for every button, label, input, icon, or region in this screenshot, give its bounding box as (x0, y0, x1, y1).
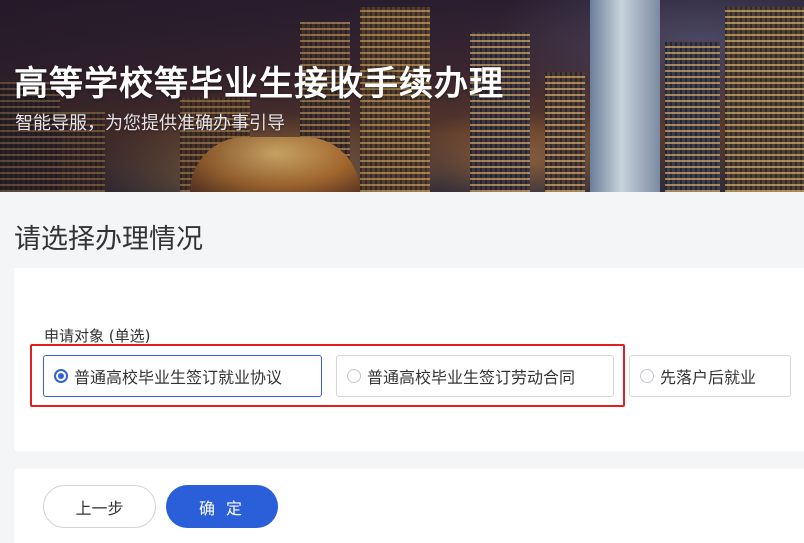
option-label: 普通高校毕业生签订就业协议 (74, 368, 283, 387)
applicant-field-label: 申请对象 (单选) (44, 327, 151, 345)
radio-dot (58, 373, 64, 379)
option-label: 普通高校毕业生签订劳动合同 (367, 368, 576, 387)
radio-unchecked-icon (640, 369, 654, 383)
option-labor-contract[interactable]: 普通高校毕业生签订劳动合同 (336, 355, 614, 397)
hero-banner: 高等学校等毕业生接收手续办理 智能导服，为您提供准确办事引导 (0, 0, 804, 192)
radio-unchecked-icon (347, 369, 361, 383)
option-label: 先落户后就业 (660, 368, 757, 387)
option-settle-first[interactable]: 先落户后就业 (629, 355, 791, 397)
city-building (545, 72, 585, 192)
page-subtitle: 智能导服，为您提供准确办事引导 (15, 113, 285, 134)
radio-checked-icon (54, 369, 68, 383)
option-employment-agreement[interactable]: 普通高校毕业生签订就业协议 (43, 355, 322, 397)
confirm-button[interactable]: 确 定 (166, 485, 278, 528)
action-bar: 上一步 确 定 (14, 469, 804, 543)
city-building (725, 7, 804, 192)
page-title: 高等学校等毕业生接收手续办理 (14, 64, 504, 104)
previous-step-button[interactable]: 上一步 (43, 485, 156, 528)
section-title: 请选择办理情况 (14, 224, 203, 255)
options-card: 申请对象 (单选) 普通高校毕业生签订就业协议 普通高校毕业生签订劳动合同 先落… (14, 268, 804, 451)
city-building (665, 42, 720, 192)
city-tower (590, 0, 660, 192)
